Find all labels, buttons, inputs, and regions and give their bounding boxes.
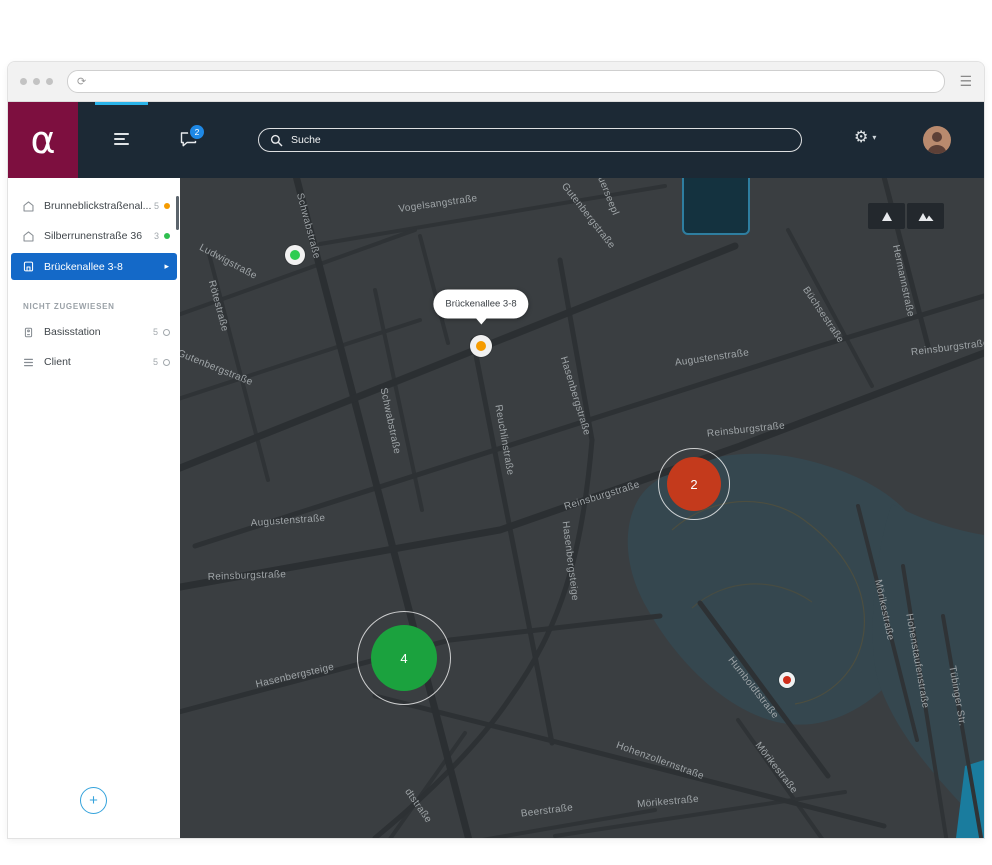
gear-icon: ⚙: [854, 127, 869, 146]
map[interactable]: Schwabstraße Vogelsangstraße Gutenbergstra…: [180, 178, 984, 838]
dot-marker[interactable]: [470, 335, 492, 357]
status-dot: [164, 233, 170, 239]
map-control-mountain-large[interactable]: [907, 203, 944, 229]
dot-marker[interactable]: [285, 245, 305, 265]
search-input[interactable]: Suche: [258, 128, 802, 152]
sidebar-item-brunneblickstra-enal[interactable]: Brunneblickstraßenal... 5: [8, 191, 180, 221]
item-count: 5: [153, 201, 159, 211]
sidebar-item-client[interactable]: Client 5: [8, 347, 180, 377]
reload-icon[interactable]: ⟳: [77, 75, 86, 88]
add-button[interactable]: +: [80, 787, 107, 814]
browser-menu-icon[interactable]: ☰: [959, 74, 972, 90]
sidebar-item-br-ckenallee-3-8[interactable]: Brückenallee 3-8 ▸: [11, 253, 177, 280]
map-control-mountain-small[interactable]: [868, 203, 905, 229]
sidebar-section-label: NICHT ZUGEWIESEN: [23, 302, 115, 311]
sidebar-item-label: Basisstation: [44, 326, 101, 338]
app-topbar: α 2 Suche ⚙ ▾: [8, 102, 984, 178]
chevron-right-icon: ▸: [164, 261, 169, 272]
sidebar-item-label: Brunneblickstraßenal...: [44, 200, 152, 212]
active-tab-indicator: [95, 102, 148, 105]
status-dot: [164, 203, 170, 209]
home-icon: [22, 230, 36, 243]
map-tooltip-label: Brückenallee 3-8: [445, 298, 517, 310]
map-tooltip: Brückenallee 3-8: [433, 289, 529, 319]
notification-badge: 2: [188, 123, 206, 141]
browser-window: ⟳ ☰ α 2 Suche ⚙ ▾ Brunneblickstraßenal..…: [8, 62, 984, 838]
app-logo[interactable]: α: [8, 102, 78, 178]
item-meta: 5: [154, 201, 170, 211]
cluster-marker[interactable]: 2: [658, 448, 730, 520]
status-dot: [163, 358, 170, 366]
sidebar-item-label: Client: [44, 356, 71, 368]
avatar[interactable]: [923, 126, 951, 154]
item-count: 5: [152, 327, 158, 337]
caret-down-icon: ▾: [872, 132, 877, 142]
item-meta: 5: [153, 357, 170, 367]
sidebar-item-label: Brückenallee 3-8: [44, 260, 123, 273]
cluster-marker[interactable]: 4: [357, 611, 451, 705]
window-control-dot[interactable]: [20, 78, 27, 85]
dot-marker[interactable]: [779, 672, 795, 688]
search-icon: [270, 134, 283, 146]
basestation-icon: [22, 326, 36, 339]
url-bar[interactable]: ⟳: [67, 70, 946, 93]
settings-menu[interactable]: ⚙ ▾: [854, 129, 876, 145]
building-icon: [22, 260, 36, 273]
cluster-ring: [357, 611, 451, 705]
search-placeholder: Suche: [291, 134, 321, 146]
window-control-dot[interactable]: [33, 78, 40, 85]
url-input[interactable]: [92, 74, 936, 89]
dot-marker-core: [290, 250, 300, 260]
item-meta: 3: [154, 231, 170, 241]
map-roads: [180, 178, 984, 838]
sidebar-scrollbar[interactable]: [176, 196, 179, 230]
item-count: 5: [152, 357, 158, 367]
sidebar-item-basisstation[interactable]: Basisstation 5: [8, 317, 180, 347]
item-meta: 5: [153, 327, 170, 337]
status-dot: [163, 328, 170, 336]
window-control-dot[interactable]: [46, 78, 53, 85]
client-icon: [22, 356, 36, 369]
map-controls: [868, 203, 944, 229]
dot-marker-core: [783, 676, 791, 684]
sidebar: Brunneblickstraßenal... 5 Silberrunenstraß…: [8, 178, 180, 838]
home-icon: [22, 200, 36, 213]
cluster-ring: [658, 448, 730, 520]
sidebar-item-silberrunenstra-e-36[interactable]: Silberrunenstraße 36 3: [8, 221, 180, 251]
sidebar-item-label: Silberrunenstraße 36: [44, 230, 143, 242]
sidebar-unassigned-list: Basisstation 5 Client 5: [8, 317, 180, 377]
item-count: 3: [153, 231, 159, 241]
sidebar-list: Brunneblickstraßenal... 5 Silberrunenstraß…: [8, 178, 180, 280]
chat-icon[interactable]: 2: [179, 123, 206, 150]
window-controls: [20, 78, 53, 85]
browser-chrome: ⟳ ☰: [8, 62, 984, 102]
dot-marker-core: [476, 341, 486, 351]
list-menu-icon[interactable]: [114, 133, 134, 148]
